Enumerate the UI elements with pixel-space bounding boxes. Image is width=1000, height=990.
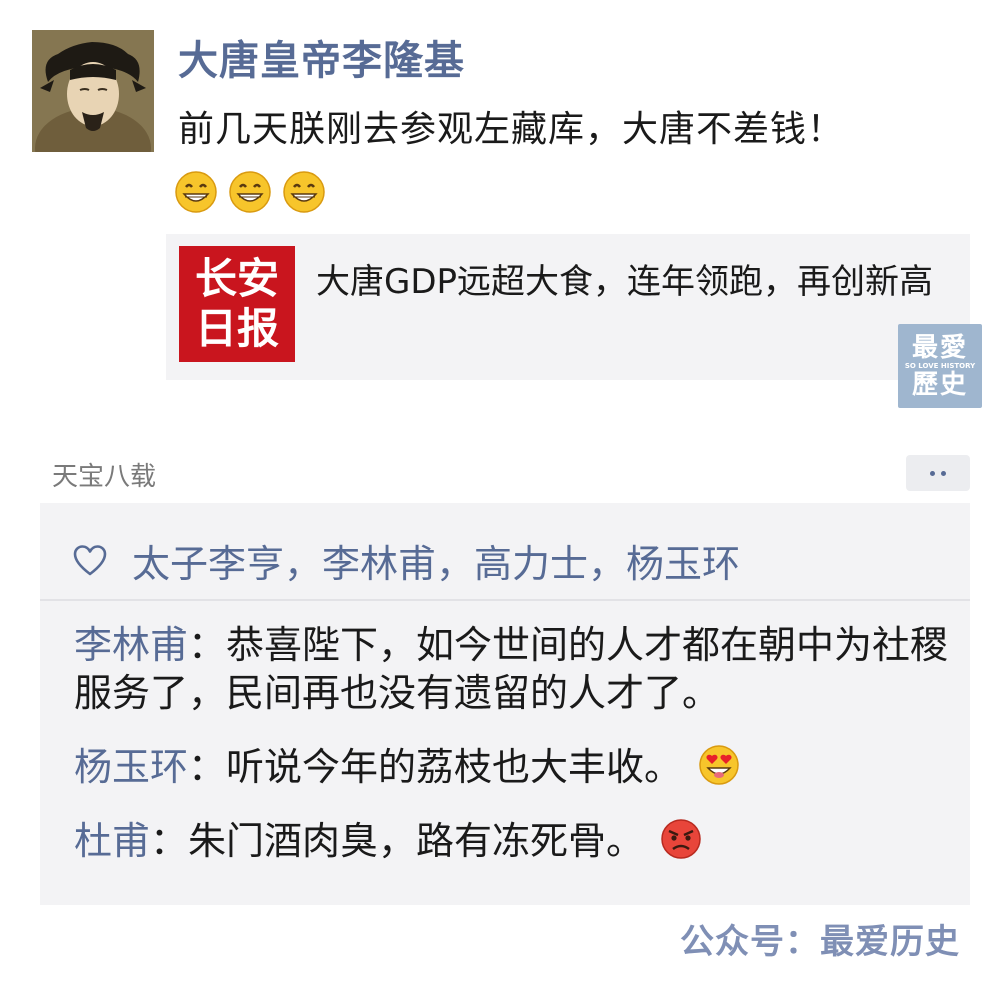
comments-panel: 太子李亨，李林甫，高力士，杨玉环 李林甫：恭喜陛下，如今世间的人才都在朝中为社稷… xyxy=(40,503,970,905)
comment-author[interactable]: 李林甫 xyxy=(74,623,188,667)
grin-emoji xyxy=(283,171,325,213)
comment-author[interactable]: 杨玉环 xyxy=(74,745,188,789)
grin-emoji xyxy=(229,171,271,213)
comment-text: 听说今年的荔枝也大丰收。 xyxy=(226,745,683,789)
heart-eyes-emoji xyxy=(699,745,739,785)
comment-separator: ： xyxy=(150,819,189,863)
thumb-line-2: 日报 xyxy=(194,304,279,353)
watermark-line-2: 歷史 xyxy=(911,369,968,400)
likes-divider xyxy=(40,599,970,601)
thumb-line-1: 长安 xyxy=(194,254,279,303)
likes-names[interactable]: 太子李亨，李林甫，高力士，杨玉环 xyxy=(132,533,740,588)
angry-face-emoji xyxy=(661,819,701,859)
watermark-logo: 最愛 SO LOVE HISTORY 歷史 xyxy=(898,324,982,408)
emoji-row xyxy=(174,170,326,214)
dot-icon xyxy=(930,470,935,476)
shared-link-card[interactable]: 长安 日报 大唐GDP远超大食，连年领跑，再创新高 xyxy=(166,234,970,380)
comment-separator: ： xyxy=(188,745,227,789)
comment-text: 朱门酒肉臭，路有冻死骨。 xyxy=(188,819,645,863)
grin-emoji xyxy=(175,171,217,213)
username[interactable]: 大唐皇帝李隆基 xyxy=(178,28,465,86)
comment-separator: ： xyxy=(188,623,227,667)
post-text: 前几天朕刚去参观左藏库，大唐不差钱！ xyxy=(178,109,845,150)
comment-item[interactable]: 杨玉环：听说今年的荔枝也大丰收。 xyxy=(74,743,954,791)
comment-author[interactable]: 杜甫 xyxy=(74,819,150,863)
post-timestamp: 天宝八载 xyxy=(52,462,157,492)
likes-row: 太子李亨，李林甫，高力士，杨玉环 xyxy=(72,533,740,588)
footer-account-name: 公众号：最爱历史 xyxy=(680,922,960,962)
link-card-title: 大唐GDP远超大食，连年领跑，再创新高 xyxy=(316,262,934,302)
comment-item[interactable]: 杜甫：朱门酒肉臭，路有冻死骨。 xyxy=(74,817,954,865)
more-options-button[interactable] xyxy=(906,455,970,491)
comment-item[interactable]: 李林甫：恭喜陛下，如今世间的人才都在朝中为社稷服务了，民间再也没有遗留的人才了。 xyxy=(74,621,954,717)
avatar[interactable] xyxy=(32,30,154,152)
watermark-line-1: 最愛 xyxy=(911,332,968,363)
dot-icon xyxy=(941,470,946,476)
news-thumbnail: 长安 日报 xyxy=(179,246,295,362)
heart-icon xyxy=(73,544,107,575)
